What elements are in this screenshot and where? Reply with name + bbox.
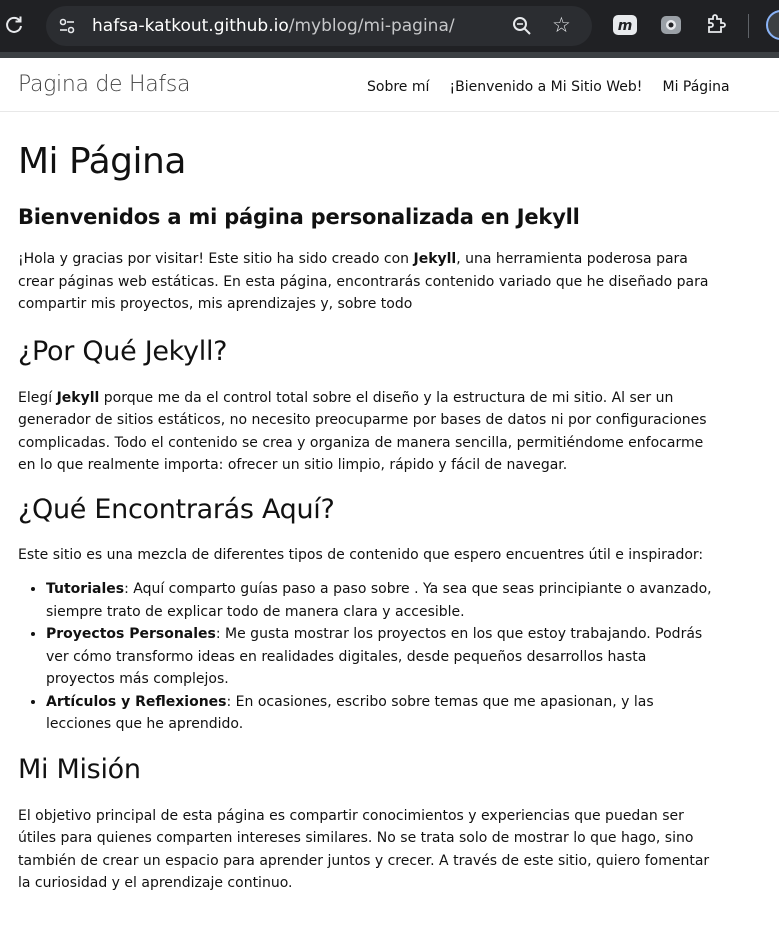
nav-link-sobre-mi[interactable]: Sobre mí — [367, 79, 429, 95]
list-item: Artículos y Reflexiones: En ocasiones, e… — [46, 691, 718, 736]
svg-text:m: m — [618, 18, 633, 34]
site-header: Pagina de Hafsa Sobre mí ¡Bienvenido a M… — [0, 58, 779, 112]
content-type-list: Tutoriales: Aquí comparto guías paso a p… — [18, 578, 718, 736]
list-item: Tutoriales: Aquí comparto guías paso a p… — [46, 578, 718, 623]
site-nav: Sobre mí ¡Bienvenido a Mi Sitio Web! Mi … — [367, 76, 745, 95]
section-heading-por-que-jekyll: ¿Por Qué Jekyll? — [18, 335, 228, 367]
zoom-icon[interactable] — [512, 16, 532, 36]
section-heading-que-encontraras: ¿Qué Encontrarás Aquí? — [18, 493, 335, 525]
page-subtitle: Bienvenidos a mi página personalizada en… — [18, 205, 580, 229]
post-content: Mi Página Bienvenidos a mi página person… — [18, 112, 718, 895]
intro-paragraph: ¡Hola y gracias por visitar! Este sitio … — [18, 251, 709, 312]
site-info-icon[interactable] — [58, 17, 76, 35]
section-paragraph-por-que-jekyll: Elegí Jekyll porque me da el control tot… — [18, 389, 707, 474]
bookmark-star-icon[interactable]: ☆ — [552, 14, 574, 36]
reload-icon[interactable] — [4, 12, 24, 38]
nav-link-bienvenido[interactable]: ¡Bienvenido a Mi Sitio Web! — [449, 79, 642, 95]
list-item: Proyectos Personales: Me gusta mostrar l… — [46, 623, 718, 691]
toolbar-divider — [748, 14, 749, 38]
profile-avatar[interactable] — [766, 10, 779, 40]
section-paragraph-que-encontraras: Este sitio es una mezcla de diferentes t… — [18, 546, 704, 563]
nav-link-mi-pagina[interactable]: Mi Página — [663, 79, 730, 95]
extension-m-icon[interactable]: m — [612, 14, 638, 36]
browser-toolbar: hafsa-katkout.github.io/myblog/mi-pagina… — [0, 0, 779, 52]
address-bar[interactable]: hafsa-katkout.github.io/myblog/mi-pagina… — [46, 6, 592, 46]
extensions-puzzle-icon[interactable] — [704, 12, 728, 36]
section-heading-mi-mision: Mi Misión — [18, 753, 141, 785]
extension-camera-icon[interactable] — [658, 12, 684, 38]
url-text[interactable]: hafsa-katkout.github.io/myblog/mi-pagina… — [92, 15, 455, 37]
section-paragraph-mi-mision: El objetivo principal de esta página es … — [18, 807, 710, 892]
site-title-link[interactable]: Pagina de Hafsa — [18, 72, 191, 97]
page-title: Mi Página — [18, 141, 186, 182]
